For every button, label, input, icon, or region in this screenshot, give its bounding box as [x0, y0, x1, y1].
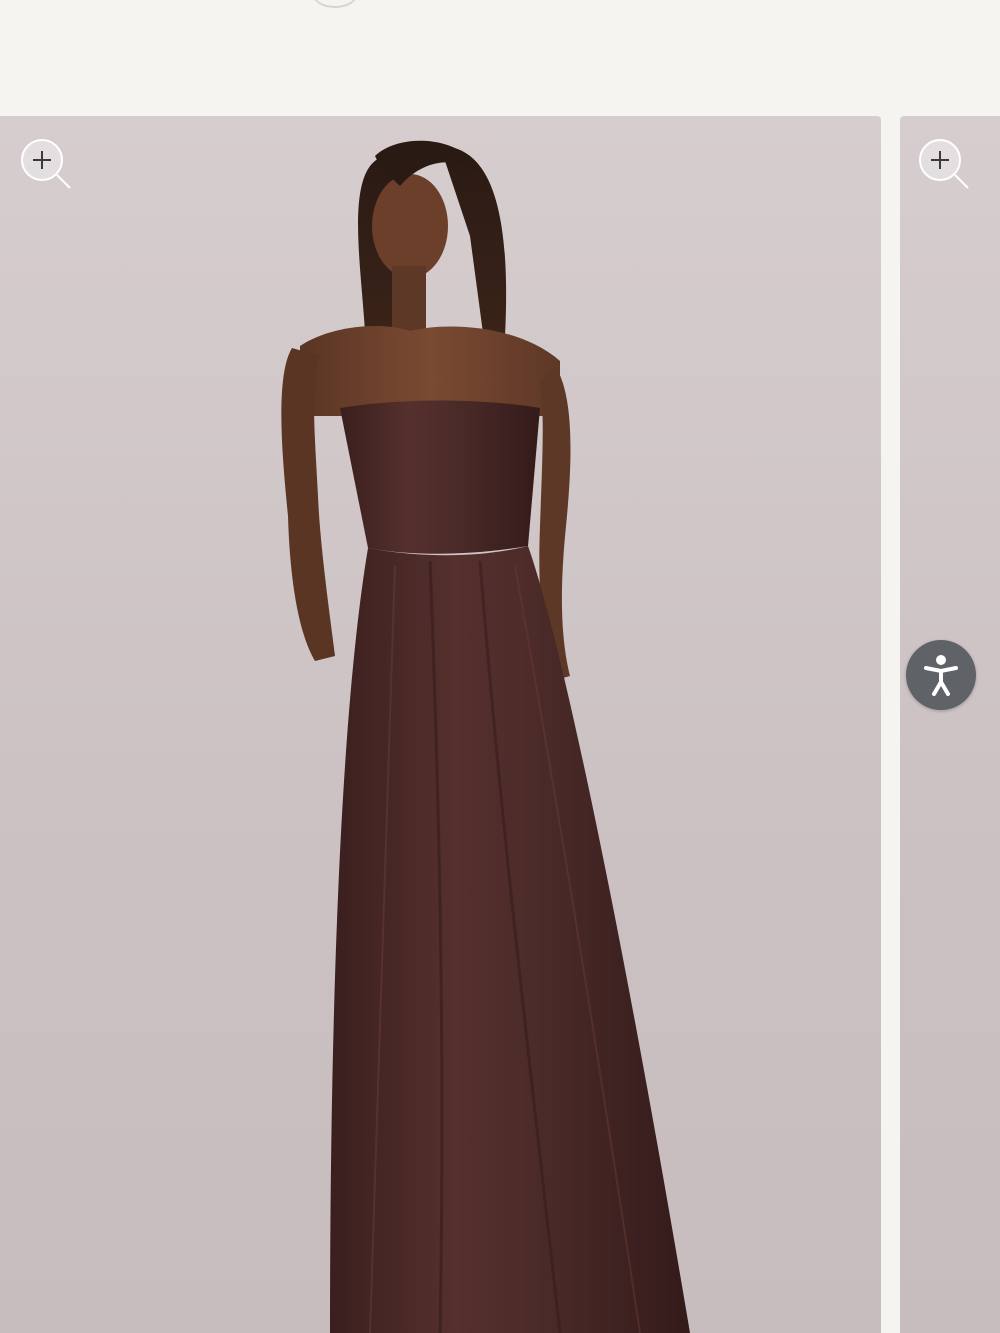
product-image-gallery[interactable]: [0, 116, 1000, 1333]
product-photo: [281, 140, 690, 1333]
accessibility-icon: [924, 655, 958, 696]
carousel-indicator-dot[interactable]: [313, 0, 357, 8]
dress-bodice: [340, 400, 540, 554]
zoom-in-icon: [21, 139, 71, 189]
page-header-area: [0, 0, 1000, 116]
zoom-in-button[interactable]: [916, 136, 976, 196]
dress-skirt: [330, 546, 690, 1333]
gallery-slide-main[interactable]: [0, 116, 881, 1333]
zoom-in-button[interactable]: [18, 136, 78, 196]
accessibility-button[interactable]: [906, 640, 976, 710]
gallery-slide-next[interactable]: [900, 116, 1000, 1333]
zoom-in-icon: [919, 139, 969, 189]
